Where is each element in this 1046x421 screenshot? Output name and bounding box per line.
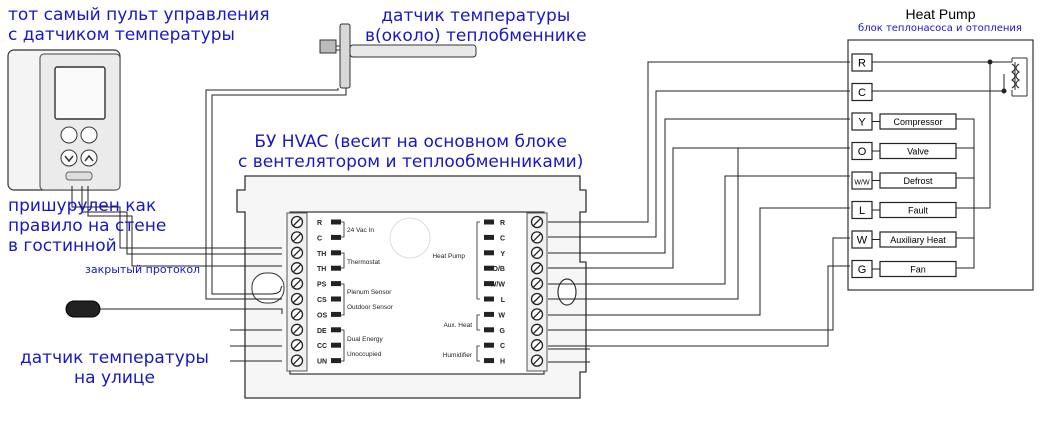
- hvac-module: RCTHTHPSCSOSDECCUN24 Vac InThermostatPle…: [236, 175, 587, 399]
- left-terminal-label: CS: [317, 297, 327, 304]
- hvac-module-label: БУ HVAC (весит на основном блоке с венте…: [238, 132, 584, 172]
- right-terminal-label: L: [501, 297, 506, 304]
- heat-pump-terminal-function: Fan: [910, 265, 926, 275]
- left-group-label: Outdoor Sensor: [347, 304, 394, 311]
- heat-pump-terminal-code: L: [859, 205, 865, 217]
- left-terminal-label: OS: [317, 312, 327, 319]
- left-group-label: Thermostat: [347, 259, 380, 266]
- right-terminal-label: R: [500, 220, 505, 227]
- fan-button-icon: [80, 126, 98, 144]
- right-terminal-label: W: [498, 312, 505, 319]
- right-group-label: Heat Pump: [432, 253, 465, 260]
- heat-pump-terminal-function: Compressor: [893, 117, 942, 127]
- heat-exchanger-sensor-label: датчик температуры в(около) теплобменник…: [365, 6, 587, 46]
- heat-pump-terminal-function: Fault: [908, 206, 929, 216]
- wall-mount-label: пришурулен как правило на стене в гостин…: [8, 196, 167, 256]
- right-group-label: Aux. Heat: [443, 322, 472, 329]
- down-button-icon: [60, 149, 78, 167]
- left-group-label: Plenum Sensor: [347, 289, 392, 296]
- left-terminal-label: TH: [317, 251, 326, 258]
- thermostat-device: [7, 49, 121, 191]
- heat-pump-unit: R C Y Compressor O Valve W/W Defrost L Fault W Auxi…: [847, 39, 1034, 291]
- heat-pump-terminal-function: Valve: [907, 147, 929, 157]
- right-terminal-label: Y: [500, 251, 505, 258]
- outdoor-sensor-label: датчик температуры на улице: [20, 348, 209, 388]
- up-button-icon: [80, 149, 98, 167]
- left-terminal-label: PS: [317, 282, 327, 289]
- left-terminal-label: TH: [317, 266, 326, 273]
- outdoor-sensor-icon: [65, 300, 101, 318]
- right-terminal-label: C: [500, 235, 505, 242]
- left-terminal-label: UN: [317, 359, 327, 366]
- right-group-label: Humidifier: [443, 352, 473, 359]
- right-terminal-label: C: [500, 343, 505, 350]
- protocol-label: закрытый протокол: [85, 263, 201, 276]
- heat-pump-terminal-code: W/W: [854, 180, 870, 187]
- heat-pump-terminal-code: W: [857, 235, 868, 247]
- right-terminal-label: G: [500, 328, 506, 335]
- heat-pump-title: Heat Pump: [905, 6, 976, 22]
- heat-pump-terminal-function: Defrost: [903, 176, 933, 186]
- left-terminal-label: CC: [317, 343, 327, 350]
- heat-pump-terminal-code: Y: [858, 117, 866, 129]
- heat-pump-subtitle: блок теплонасоса и отопления: [858, 23, 1022, 34]
- heat-pump-terminal-code: G: [858, 264, 867, 276]
- left-group-label: Unoccupied: [347, 351, 382, 358]
- left-terminal-label: DE: [317, 328, 327, 335]
- left-group-label: Dual Energy: [347, 336, 384, 343]
- heat-pump-terminal-code: O: [858, 146, 867, 158]
- left-terminal-label: R: [317, 220, 322, 227]
- mode-button-icon: [60, 126, 78, 144]
- heat-pump-terminal-function: Auxiliary Heat: [890, 235, 946, 245]
- left-terminal-label: C: [317, 235, 322, 242]
- heat-pump-terminal-code: R: [858, 58, 866, 70]
- right-terminal-label: O/B: [493, 266, 505, 273]
- remote-label: тот самый пульт управления с датчиком те…: [8, 5, 270, 45]
- left-group-label: 24 Vac In: [347, 227, 374, 234]
- heat-pump-terminal-code: C: [858, 87, 866, 99]
- right-terminal-label: H: [500, 359, 505, 366]
